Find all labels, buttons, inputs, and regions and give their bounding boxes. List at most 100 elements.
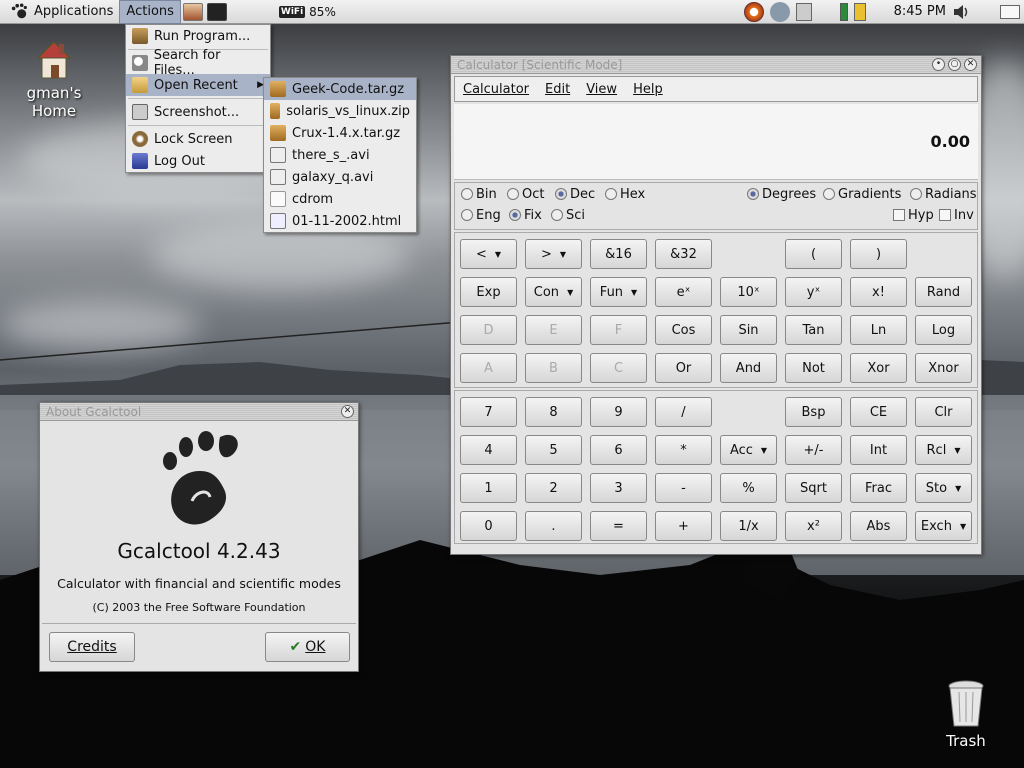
calc-button-sym[interactable]: ) [850,239,907,269]
calc-button-tan[interactable]: Tan [785,315,842,345]
desktop-home-icon[interactable]: gman's Home [4,38,104,120]
close-icon[interactable]: ✕ [964,58,977,71]
gnome-update-icon[interactable] [769,1,790,22]
calc-button-6[interactable]: 6 [590,435,647,465]
calc-button-32[interactable]: &32 [655,239,712,269]
calc-button-7[interactable]: 7 [460,397,517,427]
calc-button-exch[interactable]: Exch ▼ [915,511,972,541]
radio-dec[interactable]: Dec [555,187,595,202]
calc-button-sym[interactable]: +/- [785,435,842,465]
calc-button-1[interactable]: 1 [460,473,517,503]
radio-hex[interactable]: Hex [605,187,645,202]
actions-menu[interactable]: Actions [119,0,181,24]
calc-button-sym[interactable]: / [655,397,712,427]
calc-button-f[interactable]: F [590,315,647,345]
calc-button-sym[interactable]: > ▼ [525,239,582,269]
radio-bin[interactable]: Bin [461,187,497,202]
calc-button-con[interactable]: Con ▼ [525,277,582,307]
menu-view[interactable]: View [586,82,617,97]
menu-item-screenshot[interactable]: Screenshot... [126,101,270,123]
power-icon[interactable] [853,2,866,21]
calc-button-d[interactable]: D [460,315,517,345]
applications-menu[interactable]: Applications [0,0,119,24]
clock[interactable]: 8:45 PM [894,4,946,19]
radio-degrees[interactable]: Degrees [747,187,816,202]
calculator-titlebar[interactable]: Calculator [Scientific Mode] • ○ ✕ [451,56,981,74]
calc-button-sym[interactable]: - [655,473,712,503]
terminal-launcher-icon[interactable] [206,2,227,21]
menu-item-search-files[interactable]: Search for Files... [126,48,270,78]
calc-button-8[interactable]: 8 [525,397,582,427]
radio-sci[interactable]: Sci [551,208,585,223]
home-launcher-icon[interactable] [182,2,203,21]
menu-item-open-recent[interactable]: Open Recent ▶ [126,74,270,96]
calc-button-acc[interactable]: Acc ▼ [720,435,777,465]
calc-button-ce[interactable]: CE [850,397,907,427]
radio-oct[interactable]: Oct [507,187,544,202]
calc-button-clr[interactable]: Clr [915,397,972,427]
calc-button-xor[interactable]: Xor [850,353,907,383]
checkbox-inv[interactable]: Inv [939,208,974,223]
recent-item[interactable]: Crux-1.4.x.tar.gz [264,122,416,144]
calc-button-log[interactable]: Log [915,315,972,345]
calc-button-e[interactable]: eˣ [655,277,712,307]
radio-radians[interactable]: Radians [910,187,977,202]
calc-button-rand[interactable]: Rand [915,277,972,307]
minimize-icon[interactable]: • [932,58,945,71]
calc-button-sym[interactable]: . [525,511,582,541]
calc-button-frac[interactable]: Frac [850,473,907,503]
menu-edit[interactable]: Edit [545,82,570,97]
recent-item[interactable]: galaxy_q.avi [264,166,416,188]
calc-button-not[interactable]: Not [785,353,842,383]
calc-button-16[interactable]: &16 [590,239,647,269]
calc-button-9[interactable]: 9 [590,397,647,427]
calc-button-e[interactable]: E [525,315,582,345]
menu-help[interactable]: Help [633,82,663,97]
wifi-icon[interactable]: WiFi [278,5,306,18]
calc-button-c[interactable]: C [590,353,647,383]
calc-button-sym[interactable]: = [590,511,647,541]
checkbox-hyp[interactable]: Hyp [893,208,934,223]
calc-button-cos[interactable]: Cos [655,315,712,345]
calc-button-10[interactable]: 10ˣ [720,277,777,307]
calc-button-fun[interactable]: Fun ▼ [590,277,647,307]
calc-button-sym[interactable]: * [655,435,712,465]
desktop-trash-icon[interactable]: Trash [918,680,1014,750]
calc-button-sto[interactable]: Sto ▼ [915,473,972,503]
calc-button-1-x[interactable]: 1/x [720,511,777,541]
clipboard-icon[interactable] [795,2,812,21]
compass-icon[interactable] [743,1,764,22]
calc-button-3[interactable]: 3 [590,473,647,503]
calc-button-xnor[interactable]: Xnor [915,353,972,383]
calc-button-ln[interactable]: Ln [850,315,907,345]
close-icon[interactable]: ✕ [341,405,354,418]
calc-button-0[interactable]: 0 [460,511,517,541]
calc-button-bsp[interactable]: Bsp [785,397,842,427]
menu-item-run-program[interactable]: Run Program... [126,25,270,47]
menu-item-log-out[interactable]: Log Out [126,150,270,172]
maximize-icon[interactable]: ○ [948,58,961,71]
calc-button-5[interactable]: 5 [525,435,582,465]
calc-button-x[interactable]: x² [785,511,842,541]
calc-button-or[interactable]: Or [655,353,712,383]
workspace-switcher-icon[interactable] [1000,4,1020,19]
calc-button-sym[interactable]: ( [785,239,842,269]
calc-button-y[interactable]: yˣ [785,277,842,307]
calc-button-int[interactable]: Int [850,435,907,465]
credits-button[interactable]: Credits [49,632,135,662]
menu-item-lock-screen[interactable]: Lock Screen [126,128,270,150]
calc-button-exp[interactable]: Exp [460,277,517,307]
radio-gradients[interactable]: Gradients [823,187,901,202]
calc-button-b[interactable]: B [525,353,582,383]
ok-button[interactable]: ✔ OK [265,632,350,662]
menu-calculator[interactable]: Calculator [463,82,529,97]
about-titlebar[interactable]: About Gcalctool ✕ [40,403,358,421]
radio-eng[interactable]: Eng [461,208,501,223]
recent-item[interactable]: there_s_.avi [264,144,416,166]
calc-button-sym[interactable]: % [720,473,777,503]
calc-button-and[interactable]: And [720,353,777,383]
calc-button-rcl[interactable]: Rcl ▼ [915,435,972,465]
battery-level-icon[interactable] [839,2,848,21]
calc-button-sym[interactable]: + [655,511,712,541]
calc-button-sym[interactable]: < ▼ [460,239,517,269]
